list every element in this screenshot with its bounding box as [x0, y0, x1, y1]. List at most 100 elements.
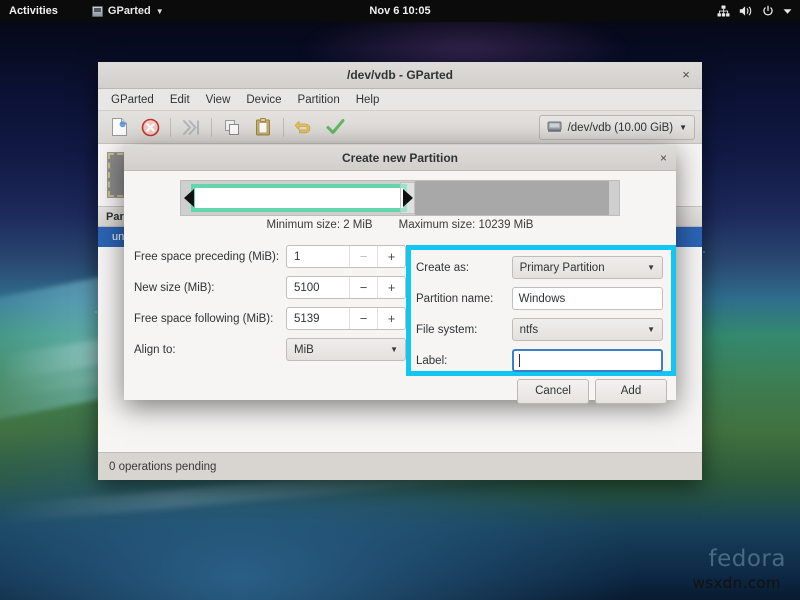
menu-item-partition[interactable]: Partition [291, 92, 347, 108]
add-button[interactable]: Add [595, 378, 667, 404]
chevron-down-icon: ▼ [647, 325, 655, 334]
system-status-area[interactable] [717, 5, 800, 17]
paste-icon[interactable] [248, 114, 278, 141]
free-space-following-increment[interactable]: + [377, 308, 405, 329]
free-space-following-decrement[interactable]: − [349, 308, 377, 329]
toolbar-separator [170, 117, 171, 137]
field-free-space-following: Free space following (MiB): 5139 − + [134, 307, 406, 330]
slider-left-handle[interactable] [184, 189, 194, 207]
resize-move-icon [176, 114, 206, 141]
new-partition-icon[interactable] [104, 114, 134, 141]
align-to-label: Align to: [134, 343, 176, 356]
chevron-down-icon: ▼ [679, 123, 687, 132]
free-space-following-stepper[interactable]: 5139 − + [286, 307, 406, 330]
label-field-label: Label: [416, 354, 448, 367]
free-space-following-label: Free space following (MiB): [134, 312, 274, 325]
create-partition-dialog: Create new Partition × Minimum size: 2 M… [124, 145, 676, 404]
chevron-down-icon: ▼ [155, 6, 164, 16]
partition-size-slider-wrap [124, 171, 676, 217]
device-selector-label: /dev/vdb (10.00 GiB) [567, 121, 674, 134]
minimum-size-label: Minimum size: 2 MiB [266, 219, 373, 231]
site-watermark: wsxdn.com [692, 574, 781, 592]
create-as-dropdown[interactable]: Primary Partition ▼ [511, 256, 663, 279]
file-system-label: File system: [416, 323, 478, 336]
power-icon [762, 5, 774, 17]
new-size-stepper[interactable]: 5100 − + [286, 276, 406, 299]
new-size-label: New size (MiB): [134, 281, 215, 294]
chevron-down-icon [783, 8, 792, 15]
volume-icon [739, 5, 753, 17]
dialog-form-area: Free space preceding (MiB): 1 − + New si… [124, 239, 676, 376]
slider-unallocated-block [415, 181, 609, 215]
close-icon[interactable]: × [678, 67, 694, 83]
partition-name-label: Partition name: [416, 292, 494, 305]
delete-partition-icon[interactable] [135, 114, 165, 141]
size-settings-column: Free space preceding (MiB): 1 − + New si… [124, 245, 406, 376]
gparted-app-icon [91, 5, 103, 17]
gparted-window-title: /dev/vdb - GParted [346, 68, 454, 82]
new-size-value[interactable]: 5100 [287, 277, 349, 298]
field-partition-name: Partition name: Windows [416, 287, 663, 310]
field-create-as: Create as: Primary Partition ▼ [416, 256, 663, 279]
copy-icon[interactable] [217, 114, 247, 141]
activities-button[interactable]: Activities [0, 5, 68, 17]
partition-size-slider[interactable] [180, 180, 620, 216]
file-system-value: ntfs [519, 323, 539, 336]
size-limits: Minimum size: 2 MiB Maximum size: 10239 … [124, 217, 676, 239]
slider-right-handle[interactable] [403, 189, 413, 207]
chevron-down-icon: ▼ [390, 345, 398, 354]
apply-icon[interactable] [320, 114, 350, 141]
field-label: Label: [416, 349, 663, 372]
app-menu-button[interactable]: GParted ▼ [91, 5, 164, 17]
field-free-space-preceding: Free space preceding (MiB): 1 − + [134, 245, 406, 268]
menu-item-help[interactable]: Help [349, 92, 387, 108]
gparted-titlebar: /dev/vdb - GParted × [98, 62, 702, 89]
align-to-value: MiB [294, 343, 314, 356]
align-to-dropdown[interactable]: MiB ▼ [286, 338, 406, 361]
free-space-following-value[interactable]: 5139 [287, 308, 349, 329]
free-space-preceding-label: Free space preceding (MiB): [134, 250, 280, 263]
gparted-menubar: GParted Edit View Device Partition Help [98, 89, 702, 111]
gparted-toolbar: /dev/vdb (10.00 GiB) ▼ [98, 111, 702, 144]
toolbar-separator [211, 117, 212, 137]
fedora-watermark: fedora [708, 546, 786, 572]
network-icon [717, 5, 730, 17]
new-size-decrement[interactable]: − [349, 277, 377, 298]
maximum-size-label: Maximum size: 10239 MiB [398, 219, 534, 231]
dialog-action-buttons: Cancel Add [124, 376, 676, 412]
field-align-to: Align to: MiB ▼ [134, 338, 406, 361]
free-space-preceding-decrement: − [349, 246, 377, 267]
menu-item-device[interactable]: Device [239, 92, 288, 108]
menu-item-view[interactable]: View [199, 92, 238, 108]
free-space-preceding-value[interactable]: 1 [287, 246, 349, 267]
menu-item-gparted[interactable]: GParted [104, 92, 161, 108]
partition-name-value: Windows [518, 292, 566, 305]
close-icon[interactable]: × [660, 151, 667, 165]
file-system-dropdown[interactable]: ntfs ▼ [511, 318, 663, 341]
field-file-system: File system: ntfs ▼ [416, 318, 663, 341]
new-size-increment[interactable]: + [377, 277, 405, 298]
partition-settings-column-highlighted: Create as: Primary Partition ▼ Partition… [406, 245, 676, 376]
harddisk-icon [547, 120, 562, 136]
cancel-button[interactable]: Cancel [517, 378, 589, 404]
undo-icon[interactable] [289, 114, 319, 141]
free-space-preceding-stepper[interactable]: 1 − + [286, 245, 406, 268]
field-new-size: New size (MiB): 5100 − + [134, 276, 406, 299]
dialog-titlebar: Create new Partition × [124, 145, 676, 171]
menu-item-edit[interactable]: Edit [163, 92, 197, 108]
gnome-top-bar: Activities GParted ▼ Nov 6 10:05 [0, 0, 800, 22]
dialog-title: Create new Partition [341, 150, 459, 165]
app-menu-label: GParted [107, 5, 151, 17]
toolbar-separator [283, 117, 284, 137]
partition-row-label: un [112, 231, 125, 243]
create-as-value: Primary Partition [519, 261, 605, 274]
label-input[interactable] [511, 349, 663, 372]
free-space-preceding-increment[interactable]: + [377, 246, 405, 267]
status-bar: 0 operations pending [98, 452, 702, 480]
chevron-down-icon: ▼ [647, 263, 655, 272]
text-cursor [518, 354, 520, 367]
status-text: 0 operations pending [109, 460, 217, 473]
partition-name-input[interactable]: Windows [511, 287, 663, 310]
device-selector[interactable]: /dev/vdb (10.00 GiB) ▼ [538, 115, 695, 140]
create-as-label: Create as: [416, 261, 470, 274]
